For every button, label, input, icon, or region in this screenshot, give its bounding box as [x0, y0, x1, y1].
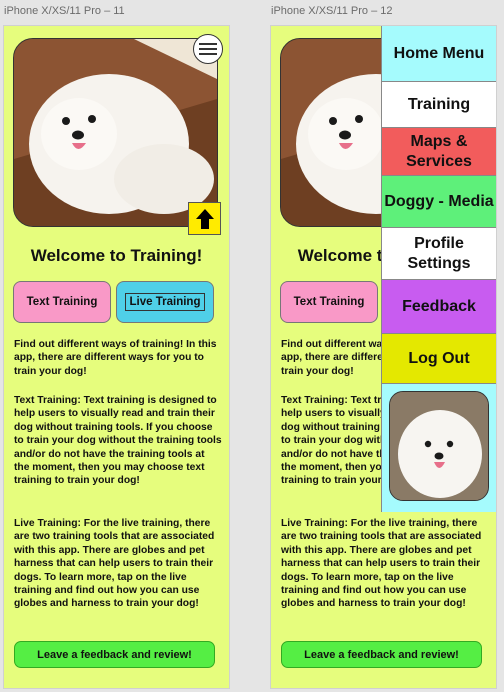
- artboard-training-menu-open: Welcome to Training! Text Training Find …: [271, 26, 496, 688]
- live-training-button[interactable]: Live Training: [116, 281, 214, 323]
- live-training-description: Live Training: For the live training, th…: [14, 518, 215, 610]
- live-training-label: Live Training: [124, 293, 206, 311]
- live-training-description: Live Training: For the live training, th…: [281, 518, 482, 610]
- side-menu-log-out[interactable]: Log Out: [382, 334, 496, 384]
- text-training-button[interactable]: Text Training: [280, 281, 378, 323]
- side-menu-training[interactable]: Training: [382, 82, 496, 128]
- side-menu-home[interactable]: Home Menu: [382, 26, 496, 82]
- feedback-button[interactable]: Leave a feedback and review!: [281, 641, 482, 668]
- side-menu-doggy-media[interactable]: Doggy - Media: [382, 176, 496, 228]
- frame-label-1: iPhone X/XS/11 Pro – 11: [4, 5, 125, 17]
- arrow-up-icon[interactable]: [188, 202, 221, 235]
- text-training-button[interactable]: Text Training: [13, 281, 111, 323]
- frame-label-2: iPhone X/XS/11 Pro – 12: [271, 5, 393, 17]
- side-menu-maps-services[interactable]: Maps & Services: [382, 128, 496, 176]
- page-title: Welcome to Training!: [30, 246, 203, 265]
- artboard-training: Welcome to Training! Text Training Live …: [4, 26, 229, 688]
- side-menu-profile-settings[interactable]: Profile Settings: [382, 228, 496, 280]
- profile-dog-photo: [389, 391, 489, 501]
- dog-photo: [13, 38, 218, 227]
- side-menu-feedback[interactable]: Feedback: [382, 280, 496, 334]
- text-training-label: Text Training: [293, 296, 365, 308]
- intro-text: Find out different ways of training! In …: [14, 339, 217, 377]
- side-menu: Home Menu Training Maps & Services Doggy…: [381, 26, 496, 512]
- text-training-description: Text Training: Text training is designed…: [14, 395, 222, 487]
- hamburger-icon[interactable]: [193, 34, 223, 64]
- text-training-label: Text Training: [26, 296, 98, 308]
- feedback-button[interactable]: Leave a feedback and review!: [14, 641, 215, 668]
